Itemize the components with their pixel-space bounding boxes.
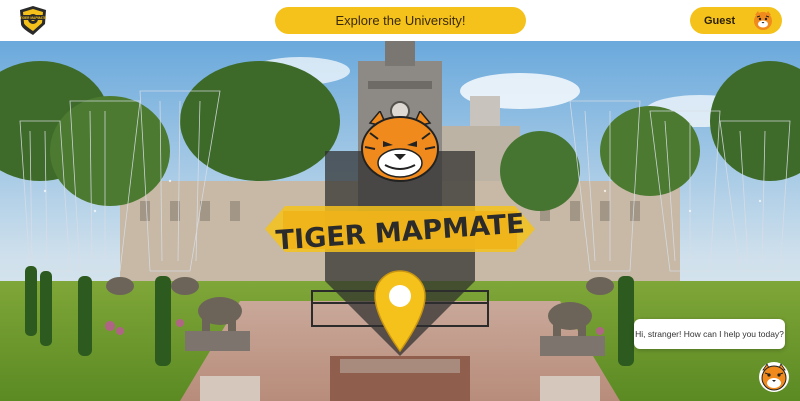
tiger-logo-icon[interactable]: TIGER MAPMATE — [17, 4, 49, 36]
guest-label: Guest — [704, 14, 736, 27]
explore-university-button[interactable]: Explore the University! — [275, 7, 526, 34]
svg-text:TIGER MAPMATE: TIGER MAPMATE — [20, 16, 47, 20]
tiger-chatbot-icon[interactable] — [758, 361, 790, 393]
chatbot-greeting-text: Hi, stranger! How can I help you today? — [635, 329, 784, 339]
chatbot-greeting-bubble[interactable]: Hi, stranger! How can I help you today? — [634, 319, 785, 349]
guest-profile-button[interactable]: Guest — [690, 7, 782, 34]
tiger-avatar-icon — [754, 11, 772, 30]
top-navigation-bar: TIGER MAPMATE Explore the University! Gu… — [0, 0, 800, 41]
